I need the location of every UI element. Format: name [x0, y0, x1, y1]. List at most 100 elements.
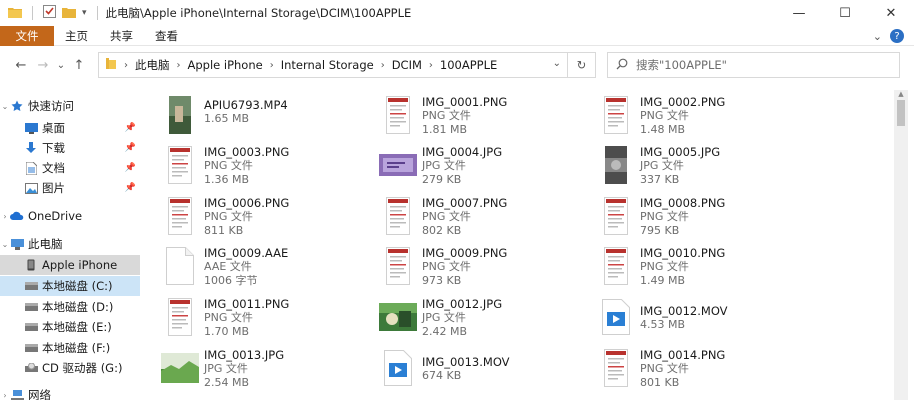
- file-size: 801 KB: [640, 376, 680, 389]
- drive-icon: [24, 280, 38, 292]
- file-item[interactable]: IMG_0002.PNG PNG 文件 1.48 MB: [596, 92, 811, 138]
- search-input[interactable]: 搜索"100APPLE": [636, 57, 727, 73]
- file-thumbnail: [160, 142, 200, 188]
- file-item[interactable]: IMG_0004.JPG JPG 文件 279 KB: [378, 142, 593, 188]
- tab-share[interactable]: 共享: [99, 26, 144, 46]
- file-size: 1.81 MB: [422, 123, 468, 136]
- chevron-right-icon[interactable]: ›: [270, 60, 274, 71]
- nav-pictures[interactable]: 图片 📌: [0, 178, 140, 198]
- nav-apple-iphone[interactable]: Apple iPhone: [0, 255, 140, 275]
- file-type: PNG 文件: [422, 260, 471, 273]
- drive-icon: [24, 321, 38, 333]
- nav-cd-drive-g[interactable]: CD 驱动器 (G:): [0, 358, 140, 378]
- maximize-button[interactable]: ☐: [822, 0, 868, 26]
- nav-this-pc[interactable]: ⌄ 此电脑: [0, 234, 140, 254]
- file-name: IMG_0006.PNG: [204, 196, 290, 210]
- file-item[interactable]: IMG_0010.PNG PNG 文件 1.49 MB: [596, 243, 811, 289]
- nav-drive-d[interactable]: 本地磁盘 (D:): [0, 297, 140, 317]
- help-icon[interactable]: ?: [890, 29, 904, 43]
- refresh-button[interactable]: ↻: [568, 52, 596, 78]
- file-name: APIU6793.MP4: [204, 98, 288, 112]
- breadcrumb-internal-storage[interactable]: Internal Storage: [281, 58, 374, 72]
- nav-onedrive[interactable]: › OneDrive: [0, 206, 140, 226]
- pin-icon[interactable]: 📌: [125, 143, 136, 153]
- nav-downloads[interactable]: 下载 📌: [0, 138, 140, 158]
- file-item[interactable]: IMG_0006.PNG PNG 文件 811 KB: [160, 193, 375, 239]
- file-name: IMG_0002.PNG: [640, 95, 726, 109]
- nav-drive-e[interactable]: 本地磁盘 (E:): [0, 317, 140, 337]
- tab-file[interactable]: 文件: [0, 25, 54, 46]
- breadcrumb-apple-iphone[interactable]: Apple iPhone: [188, 58, 263, 72]
- file-size: 1.65 MB: [204, 112, 250, 125]
- breadcrumb-this-pc[interactable]: 此电脑: [135, 57, 170, 73]
- file-item[interactable]: IMG_0011.PNG PNG 文件 1.70 MB: [160, 294, 375, 340]
- nav-drive-c[interactable]: 本地磁盘 (C:): [0, 276, 140, 296]
- file-thumbnail: [160, 243, 200, 289]
- chevron-right-icon[interactable]: ›: [0, 212, 10, 221]
- file-name: IMG_0009.AAE: [204, 246, 289, 260]
- minimize-button[interactable]: —: [776, 0, 822, 26]
- recent-locations-button[interactable]: ⌄: [54, 52, 68, 78]
- pin-icon[interactable]: 📌: [125, 163, 136, 173]
- file-item[interactable]: IMG_0007.PNG PNG 文件 802 KB: [378, 193, 593, 239]
- nav-network[interactable]: › 网络: [0, 385, 140, 400]
- file-name: IMG_0003.PNG: [204, 145, 290, 159]
- scrollbar-thumb[interactable]: [897, 100, 905, 126]
- file-item[interactable]: APIU6793.MP4 1.65 MB: [160, 92, 375, 138]
- nav-quick-access[interactable]: ⌄ 快速访问: [0, 96, 140, 116]
- file-thumbnail: [378, 243, 418, 289]
- chevron-right-icon[interactable]: ›: [429, 60, 433, 71]
- vertical-scrollbar[interactable]: ▲: [894, 90, 908, 400]
- title-bar: ▾ 此电脑\Apple iPhone\Internal Storage\DCIM…: [0, 0, 914, 26]
- file-type: PNG 文件: [204, 311, 253, 324]
- file-type: PNG 文件: [204, 210, 253, 223]
- desktop-icon: [24, 122, 38, 134]
- file-item[interactable]: IMG_0012.JPG JPG 文件 2.42 MB: [378, 294, 593, 340]
- file-item[interactable]: IMG_0012.MOV 4.53 MB: [596, 294, 811, 340]
- ribbon-collapse-button[interactable]: ⌄: [873, 30, 882, 43]
- address-dropdown-button[interactable]: ⌄: [553, 58, 561, 69]
- file-item[interactable]: IMG_0003.PNG PNG 文件 1.36 MB: [160, 142, 375, 188]
- file-size: 2.42 MB: [422, 325, 468, 338]
- properties-icon[interactable]: [43, 5, 56, 21]
- chevron-down-icon[interactable]: ⌄: [0, 102, 10, 111]
- back-button[interactable]: ←: [10, 52, 32, 78]
- file-item[interactable]: IMG_0013.JPG JPG 文件 2.54 MB: [160, 345, 375, 391]
- file-item[interactable]: IMG_0001.PNG PNG 文件 1.81 MB: [378, 92, 593, 138]
- file-item[interactable]: IMG_0005.JPG JPG 文件 337 KB: [596, 142, 811, 188]
- file-type: PNG 文件: [422, 109, 471, 122]
- file-size: 337 KB: [640, 173, 680, 186]
- file-thumbnail: [596, 193, 636, 239]
- nav-desktop[interactable]: 桌面 📌: [0, 118, 140, 138]
- pin-icon[interactable]: 📌: [125, 123, 136, 133]
- pin-icon[interactable]: 📌: [125, 183, 136, 193]
- breadcrumb-dcim[interactable]: DCIM: [392, 58, 422, 72]
- chevron-right-icon[interactable]: ›: [381, 60, 385, 71]
- file-item[interactable]: IMG_0009.AAE AAE 文件 1006 字节: [160, 243, 375, 289]
- customize-toolbar-icon[interactable]: ▾: [82, 8, 87, 18]
- new-folder-icon[interactable]: [62, 6, 76, 21]
- tab-view[interactable]: 查看: [144, 26, 189, 46]
- file-type: JPG 文件: [422, 159, 466, 172]
- address-bar[interactable]: › 此电脑 › Apple iPhone › Internal Storage …: [98, 52, 568, 78]
- chevron-down-icon[interactable]: ⌄: [0, 240, 10, 249]
- up-button[interactable]: ↑: [68, 52, 90, 78]
- chevron-right-icon[interactable]: ›: [177, 60, 181, 71]
- file-item[interactable]: IMG_0008.PNG PNG 文件 795 KB: [596, 193, 811, 239]
- nav-drive-f[interactable]: 本地磁盘 (F:): [0, 338, 140, 358]
- search-box[interactable]: 搜索"100APPLE": [607, 52, 900, 78]
- nav-documents[interactable]: 文档 📌: [0, 158, 140, 178]
- file-item[interactable]: IMG_0013.MOV 674 KB: [378, 345, 593, 391]
- file-item[interactable]: IMG_0014.PNG PNG 文件 801 KB: [596, 345, 811, 391]
- breadcrumb-100apple[interactable]: 100APPLE: [440, 58, 497, 72]
- file-name: IMG_0009.PNG: [422, 246, 508, 260]
- chevron-right-icon[interactable]: ›: [0, 391, 10, 400]
- file-size: 1.48 MB: [640, 123, 686, 136]
- scroll-up-icon[interactable]: ▲: [894, 90, 908, 100]
- tab-home[interactable]: 主页: [54, 26, 99, 46]
- folder-icon: [105, 57, 117, 73]
- file-item[interactable]: IMG_0009.PNG PNG 文件 973 KB: [378, 243, 593, 289]
- forward-button[interactable]: →: [32, 52, 54, 78]
- file-type: PNG 文件: [640, 362, 689, 375]
- close-button[interactable]: ✕: [868, 0, 914, 26]
